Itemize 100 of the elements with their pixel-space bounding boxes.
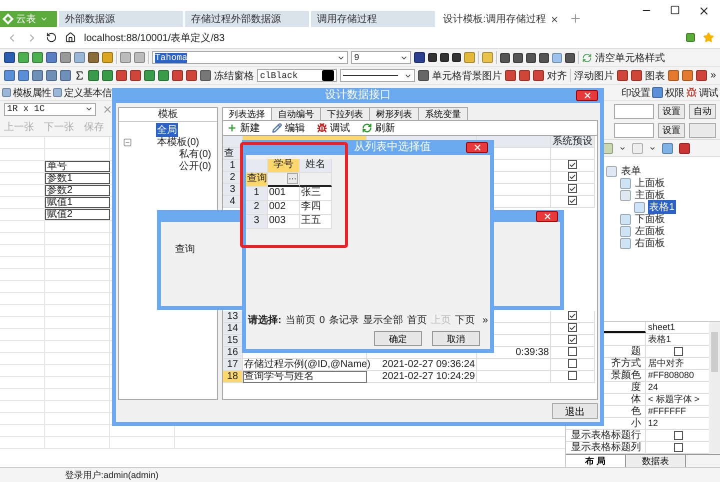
set-button[interactable]: 设置 bbox=[658, 123, 685, 138]
template-properties-button[interactable]: 模板属性 bbox=[13, 86, 51, 100]
browser-tab[interactable]: 外部数据源 bbox=[59, 11, 183, 27]
tree-item[interactable]: 全局 bbox=[156, 123, 178, 137]
checkbox[interactable] bbox=[568, 160, 577, 169]
tree-item[interactable]: 上面板 bbox=[634, 176, 666, 190]
pager-item[interactable]: 条记录 bbox=[328, 313, 359, 327]
auto-button[interactable]: 自动 bbox=[689, 104, 716, 119]
align-button[interactable]: 对齐 bbox=[547, 68, 567, 82]
checkbox[interactable] bbox=[568, 196, 577, 205]
pencil-icon[interactable] bbox=[272, 123, 282, 133]
tab[interactable]: 树形列表 bbox=[369, 107, 419, 120]
tree-item[interactable]: 表格1 bbox=[648, 200, 676, 214]
tree-item[interactable]: 左面板 bbox=[634, 224, 666, 238]
pager-item[interactable]: 下页 bbox=[454, 313, 475, 327]
text-field[interactable] bbox=[614, 104, 654, 119]
tree-item[interactable]: 主面板 bbox=[634, 188, 666, 202]
tree-item[interactable]: 下面板 bbox=[634, 212, 666, 226]
checkbox[interactable] bbox=[568, 184, 577, 193]
checkbox[interactable] bbox=[568, 359, 577, 368]
reload-icon[interactable] bbox=[46, 32, 57, 43]
more-button[interactable]: » bbox=[482, 314, 488, 326]
cell-reference-select[interactable]: 1R x 1C bbox=[4, 102, 96, 116]
permissions-button[interactable]: 权限 bbox=[665, 86, 684, 100]
star-icon[interactable] bbox=[703, 32, 714, 43]
bug-icon[interactable] bbox=[317, 123, 327, 133]
dialog-button[interactable]: 取消 bbox=[432, 330, 480, 346]
column-header[interactable]: 学号 bbox=[268, 159, 300, 173]
maximize-icon[interactable] bbox=[670, 5, 680, 15]
debug-button[interactable]: 调试 bbox=[699, 86, 718, 100]
checkbox[interactable] bbox=[674, 443, 682, 452]
font-select[interactable]: Tahoma bbox=[152, 51, 348, 64]
tab[interactable]: 系统变量 bbox=[418, 107, 468, 120]
refresh-icon[interactable] bbox=[362, 123, 372, 133]
pager-item[interactable]: 0 bbox=[319, 314, 325, 326]
checkbox[interactable] bbox=[568, 323, 577, 332]
column-header[interactable]: 姓名 bbox=[300, 159, 332, 173]
close-icon[interactable] bbox=[550, 14, 559, 24]
tree-item[interactable]: 本模板(0) bbox=[156, 135, 200, 149]
freeze-button[interactable]: 冻结窗格 bbox=[214, 68, 254, 82]
browser-tab[interactable]: 调用存储过程 bbox=[311, 11, 435, 27]
checkbox[interactable] bbox=[674, 431, 682, 440]
define-basic-button[interactable]: 定义基本信 bbox=[64, 86, 112, 100]
pager-item[interactable]: 首页 bbox=[406, 313, 427, 327]
caret-icon[interactable] bbox=[619, 144, 626, 152]
pager-item[interactable]: 当前页 bbox=[285, 313, 316, 327]
checkbox[interactable] bbox=[568, 371, 577, 380]
print-settings-button[interactable]: 印设置 bbox=[622, 86, 650, 100]
tab[interactable]: 下拉列表 bbox=[320, 107, 370, 120]
new-tab-icon[interactable] bbox=[568, 12, 582, 25]
close-button[interactable] bbox=[576, 90, 598, 101]
close-button[interactable] bbox=[536, 211, 558, 222]
pager-item[interactable]: 显示全部 bbox=[362, 313, 403, 327]
tree-item[interactable]: 表单 bbox=[620, 164, 642, 178]
browser-tab[interactable]: 存储过程外部数据源 bbox=[185, 11, 309, 27]
more-button[interactable]: » bbox=[710, 70, 716, 81]
size-select[interactable]: 9 bbox=[351, 51, 411, 64]
row-number: 1 bbox=[246, 187, 268, 201]
color-select[interactable]: clBlack bbox=[257, 69, 337, 82]
home-icon[interactable] bbox=[65, 32, 76, 43]
chart-button[interactable]: 图表 bbox=[645, 68, 665, 82]
toolbar-button[interactable]: 刷新 bbox=[362, 121, 395, 135]
dialog-button[interactable]: 确定 bbox=[374, 330, 422, 346]
line-style-select[interactable] bbox=[340, 69, 415, 82]
bug-icon[interactable] bbox=[686, 87, 697, 98]
toolbar-button[interactable]: 编辑 bbox=[272, 121, 305, 135]
close-button[interactable] bbox=[466, 142, 488, 153]
url-text[interactable]: localhost:88/10001/表单定义/83 bbox=[84, 30, 225, 44]
tree-item[interactable]: 右面板 bbox=[634, 236, 666, 250]
ellipsis-button[interactable]: ··· bbox=[287, 173, 298, 184]
checkbox[interactable] bbox=[568, 172, 577, 181]
sum-icon[interactable] bbox=[74, 70, 85, 81]
plus-icon[interactable] bbox=[227, 123, 237, 133]
checkbox[interactable] bbox=[568, 335, 577, 344]
cancel-icon[interactable] bbox=[102, 104, 113, 114]
refresh-icon[interactable] bbox=[582, 52, 592, 62]
set-button[interactable]: 设置 bbox=[658, 104, 685, 119]
tree-item[interactable]: 公开(0) bbox=[178, 159, 212, 173]
checkbox[interactable] bbox=[568, 347, 577, 356]
float-image-button[interactable]: 浮动图片 bbox=[574, 68, 614, 82]
caret-icon[interactable] bbox=[649, 144, 656, 152]
cell-background-button[interactable]: 单元格背景图片 bbox=[432, 68, 502, 82]
caret-icon[interactable] bbox=[85, 105, 93, 113]
checkbox[interactable] bbox=[568, 311, 577, 320]
property-value: 12 bbox=[647, 418, 660, 429]
scrollbar[interactable] bbox=[709, 322, 720, 454]
toolbar-button[interactable]: 新建 bbox=[227, 121, 260, 135]
color-swatch[interactable] bbox=[322, 70, 334, 81]
tree-item[interactable]: 私有(0) bbox=[178, 147, 212, 161]
collapse-icon[interactable] bbox=[123, 138, 132, 146]
close-icon[interactable] bbox=[698, 5, 710, 17]
toolbar-button[interactable]: 调试 bbox=[317, 121, 350, 135]
tab[interactable]: 自动编号 bbox=[271, 107, 321, 120]
text-field[interactable] bbox=[614, 123, 654, 138]
clear-style-button[interactable]: 清空单元格样式 bbox=[595, 50, 665, 64]
tab[interactable]: 列表选择 bbox=[222, 107, 272, 120]
exit-button[interactable]: 退出 bbox=[552, 403, 598, 419]
panel-tab[interactable]: 布 局 bbox=[566, 455, 626, 467]
panel-tab[interactable]: 数据表 bbox=[626, 455, 686, 467]
checkbox[interactable] bbox=[674, 347, 682, 356]
